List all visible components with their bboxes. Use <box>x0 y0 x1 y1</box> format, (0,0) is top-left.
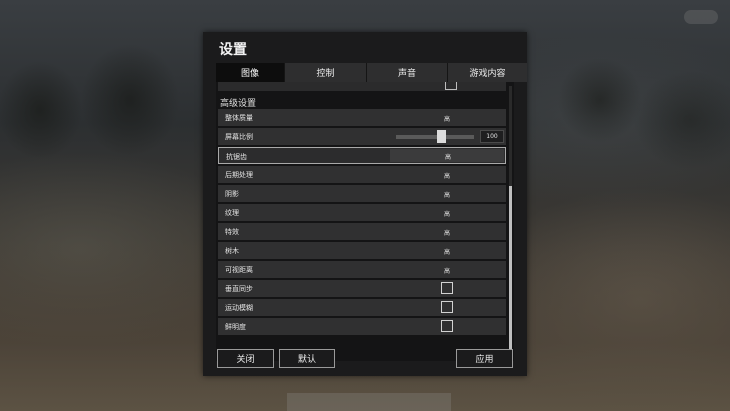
setting-value[interactable]: 高 <box>444 266 450 275</box>
default-button[interactable]: 默认 <box>279 349 335 368</box>
settings-list: 高级设置 整体质量 高 屏幕比例 100 抗锯齿 高 后期处理 高 阴影 高 纹… <box>216 82 514 361</box>
setting-label: 树木 <box>225 247 239 255</box>
tab-controls[interactable]: 控制 <box>285 63 367 82</box>
setting-row-anti-aliasing[interactable]: 抗锯齿 高 <box>218 147 506 164</box>
setting-label: 阴影 <box>225 190 239 198</box>
setting-label: 后期处理 <box>225 171 253 179</box>
setting-row-post-processing[interactable]: 后期处理 高 <box>218 166 506 183</box>
apply-button[interactable]: 应用 <box>456 349 513 368</box>
setting-value[interactable]: 高 <box>444 228 450 237</box>
setting-row-sharpness: 鲜明度 <box>218 318 506 335</box>
setting-value[interactable]: 高 <box>444 171 450 180</box>
settings-scrollbar[interactable] <box>509 86 512 356</box>
setting-label: 垂直同步 <box>225 285 253 293</box>
setting-row-screen-scale: 屏幕比例 100 <box>218 128 506 145</box>
tab-sound[interactable]: 声音 <box>367 63 448 82</box>
screen-scale-input[interactable]: 100 <box>480 130 504 143</box>
setting-label: 抗锯齿 <box>226 153 247 161</box>
settings-title: 设置 <box>219 42 247 58</box>
bottom-hud-bar <box>287 393 451 411</box>
setting-row-motion-blur: 运动模糊 <box>218 299 506 316</box>
tab-gameplay[interactable]: 游戏内容 <box>448 63 527 82</box>
setting-row-textures[interactable]: 纹理 高 <box>218 204 506 221</box>
vsync-checkbox[interactable] <box>441 282 453 294</box>
screen-scale-slider-thumb[interactable] <box>437 130 446 143</box>
setting-value[interactable]: 高 <box>444 247 450 256</box>
setting-value[interactable]: 高 <box>444 190 450 199</box>
scrollbar-thumb[interactable] <box>509 186 512 356</box>
setting-row-shadows[interactable]: 阴影 高 <box>218 185 506 202</box>
setting-label: 纹理 <box>225 209 239 217</box>
tab-bar: 图像 控制 声音 游戏内容 <box>216 63 527 82</box>
setting-value[interactable]: 高 <box>444 114 450 123</box>
screen-scale-slider-track[interactable] <box>396 135 474 139</box>
top-right-hud-button[interactable] <box>684 10 718 24</box>
setting-label: 屏幕比例 <box>225 133 253 141</box>
partial-row-checkbox[interactable] <box>445 82 457 90</box>
setting-row-effects[interactable]: 特效 高 <box>218 223 506 240</box>
setting-value[interactable]: 高 <box>445 152 451 161</box>
setting-row-view-distance[interactable]: 可视距离 高 <box>218 261 506 278</box>
setting-row-overall-quality[interactable]: 整体质量 高 <box>218 109 506 126</box>
settings-panel: 设置 图像 控制 声音 游戏内容 高级设置 整体质量 高 屏幕比例 100 抗锯… <box>203 32 527 376</box>
setting-label: 运动模糊 <box>225 304 253 312</box>
setting-label: 整体质量 <box>225 114 253 122</box>
setting-value[interactable]: 高 <box>444 209 450 218</box>
close-button[interactable]: 关闭 <box>217 349 274 368</box>
partially-hidden-row <box>218 82 506 91</box>
setting-label: 特效 <box>225 228 239 236</box>
motion-blur-checkbox[interactable] <box>441 301 453 313</box>
tab-graphics[interactable]: 图像 <box>216 63 285 82</box>
sharpness-checkbox[interactable] <box>441 320 453 332</box>
setting-label: 可视距离 <box>225 266 253 274</box>
setting-row-foliage[interactable]: 树木 高 <box>218 242 506 259</box>
section-title-advanced: 高级设置 <box>220 99 257 109</box>
setting-label: 鲜明度 <box>225 323 246 331</box>
setting-row-vsync: 垂直同步 <box>218 280 506 297</box>
